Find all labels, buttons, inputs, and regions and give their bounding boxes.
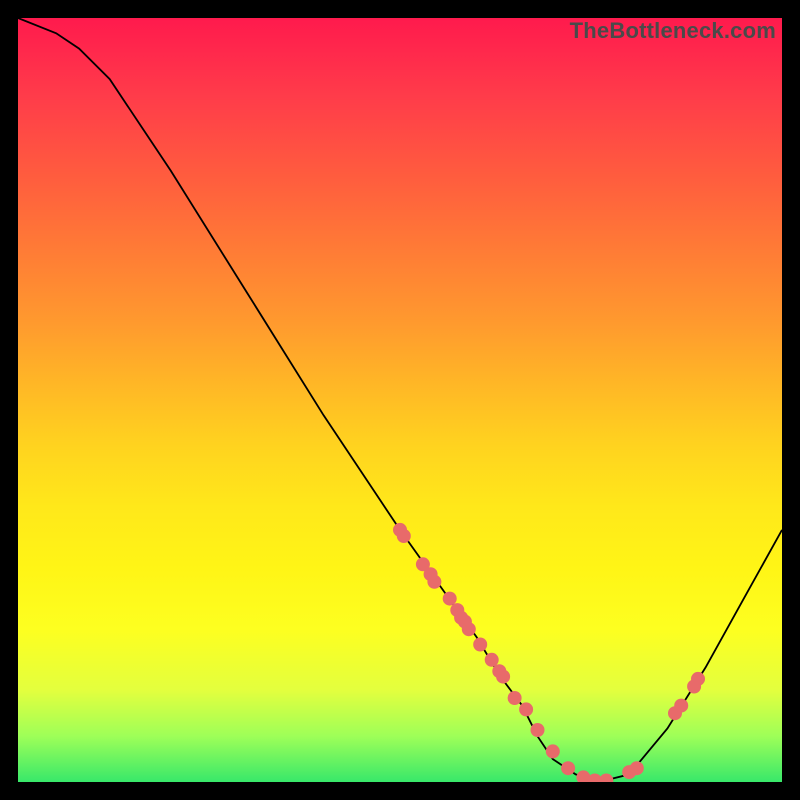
data-point [508,691,522,705]
data-point [473,638,487,652]
data-point [397,529,411,543]
data-point [485,653,499,667]
data-point [630,761,644,775]
data-point [496,670,510,684]
data-point [519,702,533,716]
data-point [691,672,705,686]
data-point [561,761,575,775]
data-point [674,699,688,713]
chart-svg [18,18,782,782]
scatter-dots [393,523,705,782]
curve-line [18,18,782,782]
data-point [546,744,560,758]
data-point [531,723,545,737]
data-point [599,774,613,783]
data-point [427,575,441,589]
data-point [443,592,457,606]
watermark-text: TheBottleneck.com [570,18,776,44]
data-point [462,622,476,636]
chart-frame: TheBottleneck.com [18,18,782,782]
